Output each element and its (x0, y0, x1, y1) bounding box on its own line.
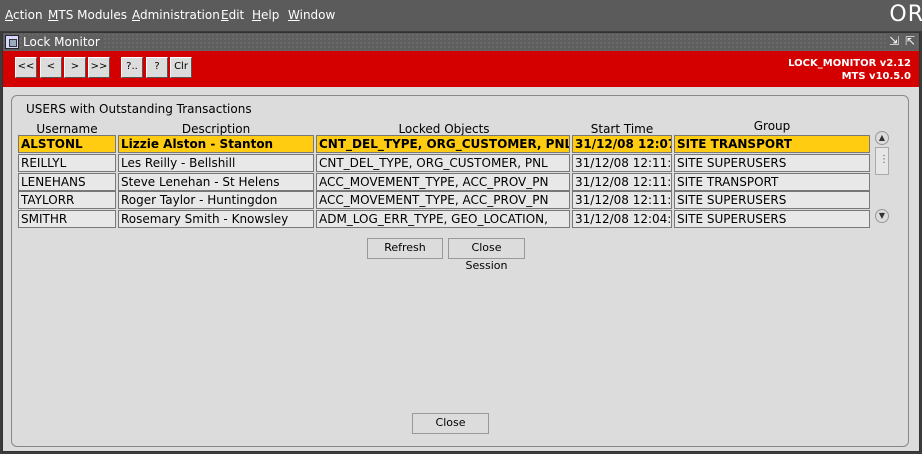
column-header-group: Group (753, 119, 791, 133)
maximize-icon[interactable]: ⇱ (903, 34, 917, 48)
scroll-thumb[interactable] (875, 147, 889, 175)
column-header-start-time: Start Time (590, 122, 654, 136)
cell-locked-objects[interactable]: ACC_MOVEMENT_TYPE, ACC_PROV_PN (316, 191, 570, 209)
close-button[interactable]: Close (412, 413, 489, 434)
next-record-button[interactable]: > (64, 57, 86, 78)
cell-group[interactable]: SITE SUPERUSERS (674, 210, 870, 228)
menu-mts-modules[interactable]: MTS Modules (48, 8, 127, 22)
cell-description[interactable]: Rosemary Smith - Knowsley (118, 210, 314, 228)
window-app-icon (5, 35, 19, 49)
cell-start-time[interactable]: 31/12/08 12:07:59 (572, 135, 672, 153)
lock-monitor-window: Lock Monitor ⇲ ⇱ << < > >> ?.. ? Clr LOC… (2, 32, 920, 452)
cell-username-text: ALSTONL (21, 137, 83, 151)
clear-button[interactable]: Clr (170, 57, 192, 78)
cell-username[interactable]: SMITHR (18, 210, 116, 228)
cell-username[interactable]: TAYLORR (18, 191, 116, 209)
cell-description[interactable]: Lizzie Alston - Stanton (118, 135, 314, 153)
window-title: Lock Monitor (23, 35, 104, 49)
app-version: MTS v10.5.0 (841, 71, 911, 82)
menu-edit[interactable]: Edit (221, 8, 244, 22)
cell-username[interactable]: ALSTONL (18, 135, 116, 153)
cell-group[interactable]: SITE TRANSPORT (674, 173, 870, 191)
previous-record-button[interactable]: < (40, 57, 62, 78)
cell-description[interactable]: Steve Lenehan - St Helens (118, 173, 314, 191)
cell-locked-objects[interactable]: ACC_MOVEMENT_TYPE, ACC_PROV_PN (316, 173, 570, 191)
app-version-info: LOCK_MONITOR v2.12 MTS v10.5.0 (788, 57, 911, 83)
close-session-button[interactable]: Close Session (448, 238, 525, 272)
help-button[interactable]: ? (146, 57, 168, 78)
cell-locked-objects[interactable]: CNT_DEL_TYPE, ORG_CUSTOMER, PNL (316, 154, 570, 172)
column-header-locked-objects: Locked Objects (398, 122, 490, 136)
panel-title: USERS with Outstanding Transactions (26, 102, 252, 116)
brand-logo: OR (889, 2, 922, 27)
window-titlebar[interactable]: Lock Monitor ⇲ ⇱ (3, 33, 919, 51)
cell-locked-objects[interactable]: ADM_LOG_ERR_TYPE, GEO_LOCATION, (316, 210, 570, 228)
cell-username[interactable]: REILLYL (18, 154, 116, 172)
cell-start-time[interactable]: 31/12/08 12:11:5 (572, 173, 672, 191)
menu-administration[interactable]: Administration (132, 8, 220, 22)
scroll-down-icon[interactable]: ▼ (875, 209, 889, 223)
cell-locked-objects[interactable]: CNT_DEL_TYPE, ORG_CUSTOMER, PNL_COS (316, 135, 570, 153)
cell-group[interactable]: SITE TRANSPORT (674, 135, 870, 153)
cell-group[interactable]: SITE SUPERUSERS (674, 191, 870, 209)
last-record-button[interactable]: >> (88, 57, 110, 78)
cell-start-time[interactable]: 31/12/08 12:11:0 (572, 154, 672, 172)
column-header-description: Description (181, 122, 251, 136)
menubar: Action MTS Modules Administration Edit H… (0, 0, 922, 31)
cell-username[interactable]: LENEHANS (18, 173, 116, 191)
cell-group[interactable]: SITE SUPERUSERS (674, 154, 870, 172)
first-record-button[interactable]: << (15, 57, 37, 78)
menu-help[interactable]: Help (252, 8, 279, 22)
menu-window[interactable]: Window (288, 8, 335, 22)
users-panel: USERS with Outstanding Transactions User… (11, 95, 909, 447)
refresh-button[interactable]: Refresh (367, 238, 443, 259)
column-header-username: Username (36, 122, 98, 136)
menu-action[interactable]: Action (5, 8, 43, 22)
scroll-up-icon[interactable]: ▲ (875, 131, 889, 145)
cell-description[interactable]: Roger Taylor - Huntingdon (118, 191, 314, 209)
list-values-button[interactable]: ?.. (121, 57, 143, 78)
app-name: LOCK_MONITOR v2.12 (788, 58, 911, 69)
cell-start-time[interactable]: 31/12/08 12:04:1 (572, 210, 672, 228)
restore-icon[interactable]: ⇲ (887, 34, 901, 48)
cell-start-time[interactable]: 31/12/08 12:11:3 (572, 191, 672, 209)
toolbar: << < > >> ?.. ? Clr LOCK_MONITOR v2.12 M… (3, 51, 919, 87)
vertical-scrollbar[interactable]: ▲ ▼ (874, 131, 890, 225)
cell-description[interactable]: Les Reilly - Bellshill (118, 154, 314, 172)
